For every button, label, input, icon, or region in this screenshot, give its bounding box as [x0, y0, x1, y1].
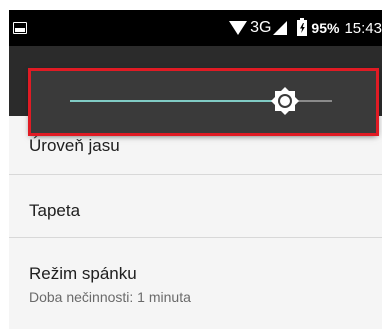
list-item-subtitle: Doba nečinnosti: 1 minuta: [29, 289, 191, 305]
wifi-icon: [229, 21, 248, 35]
status-left: [13, 22, 27, 34]
network-type-label: 3G: [250, 19, 272, 36]
frame-edge: [0, 0, 9, 329]
list-item-sleep-mode[interactable]: Režim spánku Doba nečinnosti: 1 minuta: [9, 238, 382, 329]
clock: 15:43: [344, 19, 382, 37]
list-item-title: Režim spánku: [29, 264, 137, 283]
settings-list: Úroveň jasu Tapeta Režim spánku Doba neč…: [9, 116, 382, 329]
status-right: 3G 95% 15:43: [229, 10, 382, 46]
image-icon: [13, 22, 27, 34]
status-bar: 3G 95% 15:43: [9, 10, 382, 46]
battery-icon: [297, 18, 308, 36]
brightness-icon: [270, 87, 299, 115]
brightness-slider-thumb[interactable]: [270, 86, 300, 116]
list-item-wallpaper[interactable]: Tapeta: [9, 175, 382, 238]
brightness-slider-fill: [70, 100, 285, 102]
signal-icon: [273, 21, 288, 35]
brightness-dialog: [30, 70, 377, 134]
list-item-title: Úroveň jasu: [29, 136, 120, 155]
list-item-title: Tapeta: [29, 201, 81, 220]
battery-percent: 95%: [311, 20, 340, 36]
screen: 3G 95% 15:43 Úroveň jasu Tapeta Režim sp…: [0, 0, 382, 329]
